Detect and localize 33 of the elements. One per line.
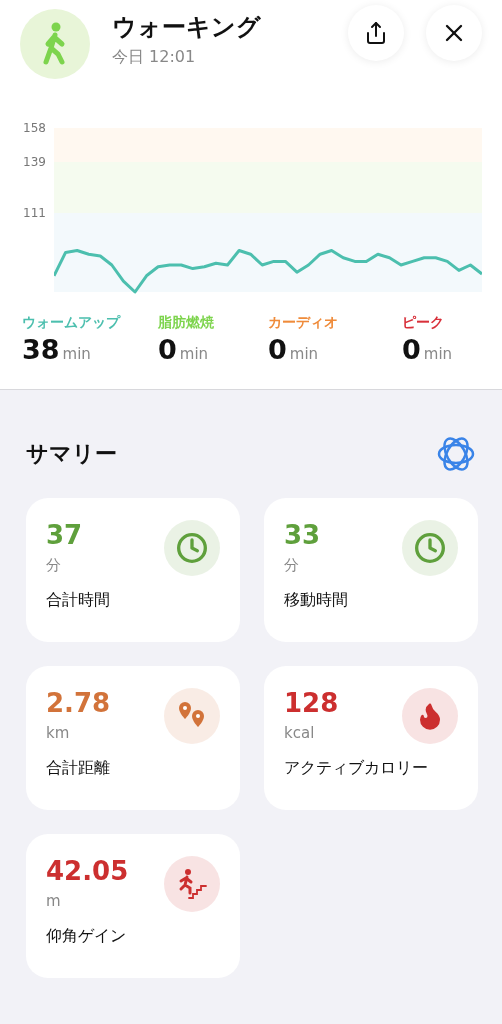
metric-unit: 分 xyxy=(46,556,62,575)
metric-value: 128 xyxy=(284,688,340,718)
zone-label: ピーク xyxy=(402,314,445,332)
metric-value: 33 xyxy=(284,520,322,550)
orbit-icon xyxy=(436,434,476,474)
metric-label: アクティブカロリー xyxy=(284,758,428,779)
section-title: サマリー xyxy=(26,440,117,468)
zone-label: ウォームアップ xyxy=(22,314,122,332)
metric-value: 2.78 xyxy=(46,688,112,718)
clock-icon xyxy=(414,532,446,564)
zone-duration: 0 min xyxy=(158,334,210,365)
zone-duration: 0 min xyxy=(402,334,454,365)
zone-duration: 38 min xyxy=(22,334,92,365)
metric-label: 仰角ゲイン xyxy=(46,926,126,947)
metric-value: 42.05 xyxy=(46,856,130,886)
zone-label: カーディオ xyxy=(268,314,339,332)
metric-label: 合計時間 xyxy=(46,590,110,611)
metric-value: 37 xyxy=(46,520,84,550)
metric-unit: m xyxy=(46,892,62,910)
axis-label: 111 xyxy=(23,205,46,220)
metric-unit: 分 xyxy=(284,556,300,575)
workout-time: 今日 12:01 xyxy=(112,46,197,68)
metric-label: 合計距離 xyxy=(46,758,110,779)
zone-duration: 0 min xyxy=(268,334,320,365)
clock-icon xyxy=(176,532,208,564)
metric-unit: km xyxy=(46,724,71,742)
axis-label: 158 xyxy=(23,121,46,135)
metric-label: 移動時間 xyxy=(284,590,348,611)
workout-title: ウォーキング xyxy=(112,11,262,43)
axis-label: 139 xyxy=(23,155,46,170)
zone-label: 脂肪燃焼 xyxy=(158,314,215,332)
share-icon xyxy=(364,21,388,45)
metric-unit: kcal xyxy=(284,724,316,742)
